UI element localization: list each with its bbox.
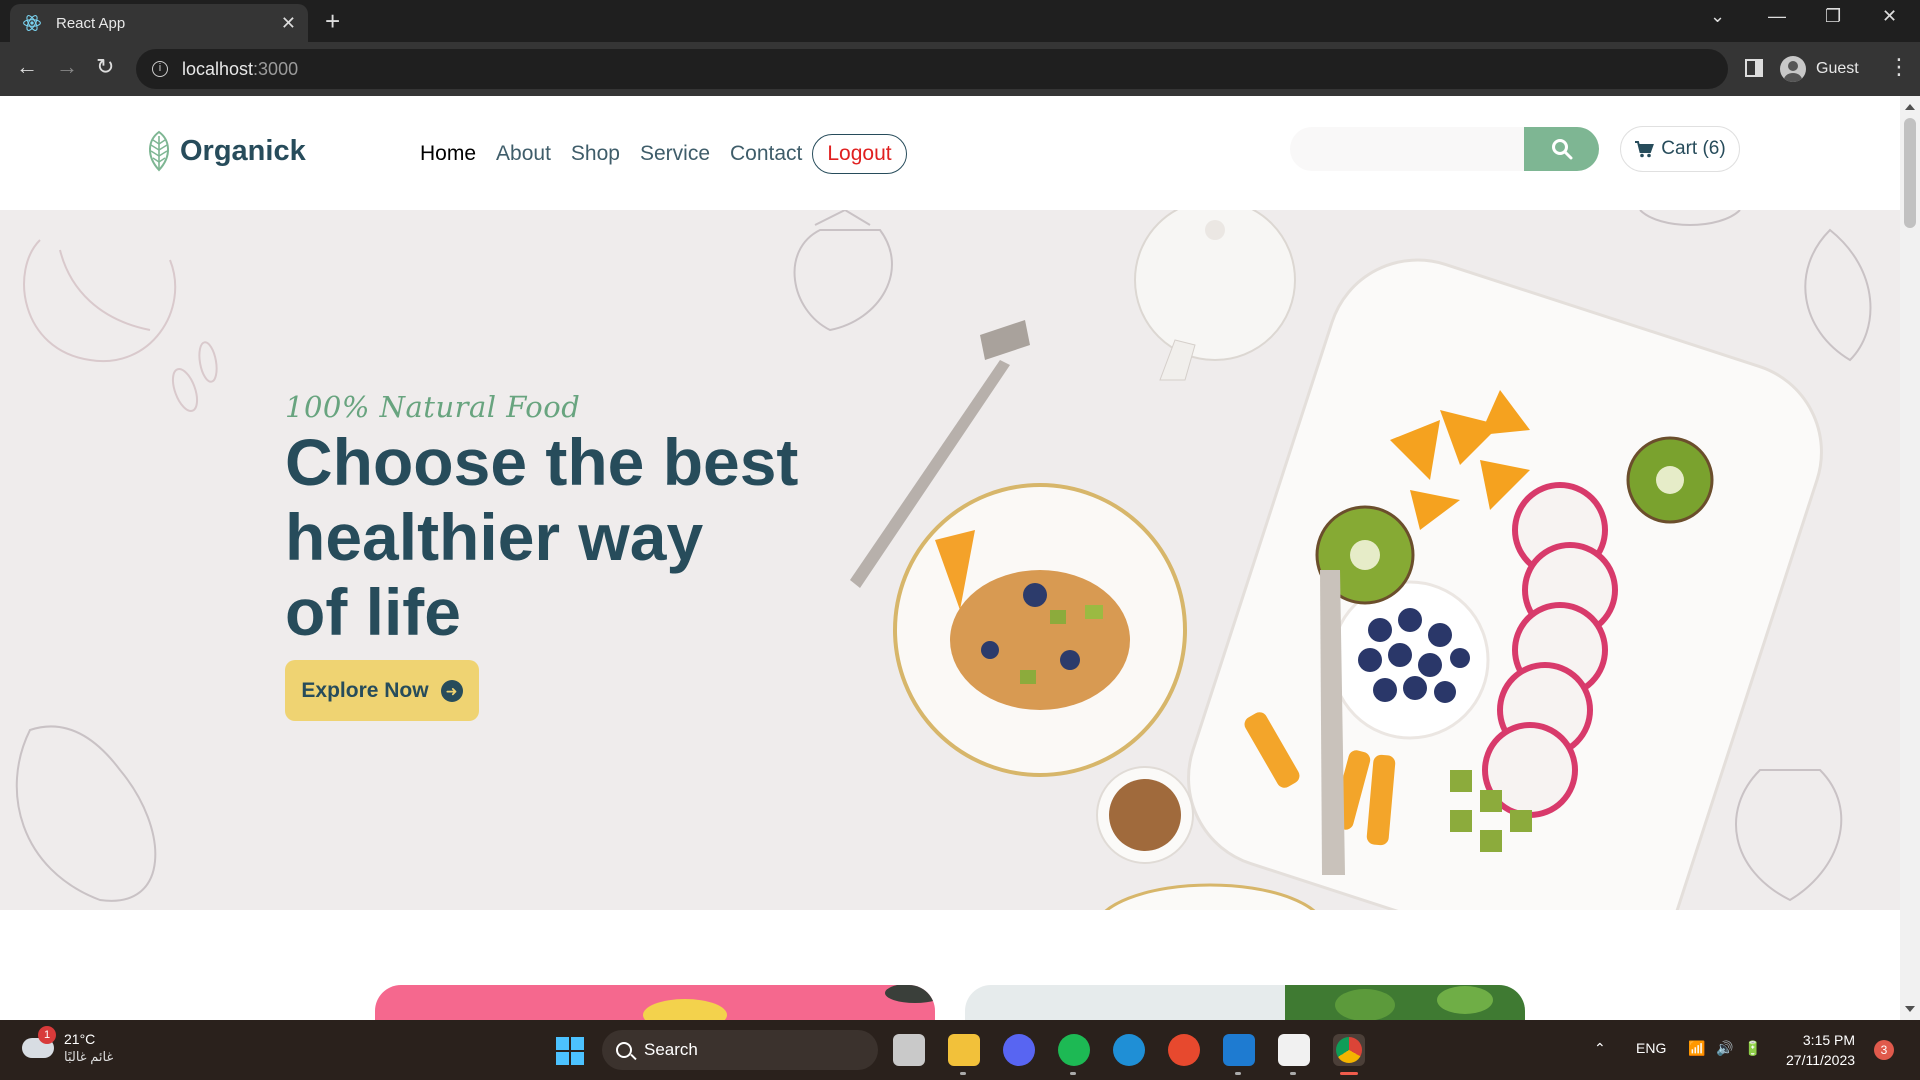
weather-temp: 21°C <box>64 1031 96 1047</box>
tab-search-icon[interactable]: ⌄ <box>1710 6 1725 27</box>
close-tab-icon[interactable]: ✕ <box>281 13 296 34</box>
scroll-thumb[interactable] <box>1904 118 1916 228</box>
promo-card-1-image <box>643 985 935 1020</box>
spotify-icon[interactable] <box>1058 1034 1090 1066</box>
discord-icon[interactable] <box>1003 1034 1035 1066</box>
arrow-right-circle-icon: ➜ <box>440 679 463 702</box>
page-scrollbar[interactable] <box>1900 96 1920 1020</box>
taskbar-indicator-active <box>1340 1072 1358 1075</box>
notification-badge[interactable]: 3 <box>1874 1040 1894 1060</box>
hero-section: 100% Natural Food Choose the best health… <box>0 210 1900 910</box>
profile-label: Guest <box>1816 60 1859 77</box>
headline-line-3: of life <box>285 575 461 649</box>
profile-button[interactable]: Guest <box>1780 52 1859 86</box>
search-button[interactable] <box>1524 127 1599 171</box>
chrome-profile-icon[interactable] <box>1168 1034 1200 1066</box>
main-nav: Home About Shop Service Contact Logout <box>420 134 907 174</box>
task-view-icon[interactable] <box>893 1034 925 1066</box>
promo-card-2 <box>965 985 1525 1020</box>
start-button[interactable] <box>556 1037 584 1065</box>
restore-button[interactable]: ❐ <box>1825 6 1841 27</box>
cloud-icon: 1 <box>22 1026 56 1058</box>
promo-card-1 <box>375 985 935 1020</box>
site-logo[interactable]: Organick <box>144 130 306 172</box>
clock-time: 3:15 PM <box>1802 1032 1856 1048</box>
search-input[interactable] <box>1290 127 1525 171</box>
weather-widget[interactable]: 1 21°C غائم غالبًا <box>22 1026 114 1066</box>
headline-line-1: Choose the best <box>285 425 799 499</box>
menu-kebab-icon[interactable]: ⋮ <box>1888 56 1910 78</box>
windows-taskbar: 1 21°C غائم غالبًا Search ⌃ ENG 📶 🔊 🔋 3:… <box>0 1020 1920 1080</box>
browser-toolbar: ← → ↻ i localhost:3000 Guest ⋮ <box>0 42 1920 96</box>
wifi-icon[interactable]: 📶 <box>1688 1040 1705 1057</box>
new-tab-button[interactable]: + <box>325 8 340 34</box>
close-window-button[interactable]: ✕ <box>1882 6 1897 27</box>
battery-icon[interactable]: 🔋 <box>1744 1040 1761 1057</box>
info-icon[interactable]: i <box>152 61 168 77</box>
nav-contact[interactable]: Contact <box>730 142 802 166</box>
nav-service[interactable]: Service <box>640 142 710 166</box>
volume-icon[interactable]: 🔊 <box>1716 1040 1733 1057</box>
search-icon <box>1551 139 1572 160</box>
taskbar-indicator <box>960 1072 966 1075</box>
hero-tagline: 100% Natural Food <box>285 390 581 424</box>
scroll-up-icon[interactable] <box>1905 104 1915 110</box>
file-explorer-icon[interactable] <box>948 1034 980 1066</box>
url-port: :3000 <box>253 58 299 79</box>
headline-line-2: healthier way <box>285 500 704 574</box>
chrome-icon <box>1336 1037 1362 1063</box>
site-header: Organick Home About Shop Service Contact… <box>0 96 1900 210</box>
page-viewport: Organick Home About Shop Service Contact… <box>0 96 1900 1020</box>
browser-tabstrip: React App ✕ + ⌄ — ❐ ✕ <box>0 0 1920 42</box>
forward-icon[interactable]: → <box>56 54 78 80</box>
leaf-logo-icon <box>149 130 169 172</box>
minimize-button[interactable]: — <box>1768 6 1786 27</box>
url-host: localhost <box>182 58 254 79</box>
taskbar-indicator <box>1070 1072 1076 1075</box>
show-hidden-icons[interactable]: ⌃ <box>1594 1040 1606 1057</box>
promo-card-2-image <box>1285 985 1525 1020</box>
taskbar-search-label: Search <box>644 1040 698 1059</box>
back-icon[interactable]: ← <box>16 54 38 80</box>
language-indicator[interactable]: ENG <box>1636 1040 1666 1056</box>
react-icon <box>23 15 41 31</box>
hero-headline: Choose the best healthier way of life <box>285 425 805 650</box>
edge-icon[interactable] <box>1113 1034 1145 1066</box>
cart-label: Cart (6) <box>1661 138 1726 159</box>
weather-desc: غائم غالبًا <box>64 1049 114 1064</box>
cart-button[interactable]: Cart (6) <box>1620 126 1740 172</box>
taskbar-search[interactable]: Search <box>602 1030 878 1070</box>
notion-icon[interactable] <box>1278 1034 1310 1066</box>
taskbar-indicator <box>1235 1072 1241 1075</box>
chrome-active-tile[interactable] <box>1333 1034 1365 1066</box>
reload-icon[interactable]: ↻ <box>96 54 114 80</box>
cart-icon <box>1635 141 1655 158</box>
nav-home[interactable]: Home <box>420 142 476 166</box>
logo-text: Organick <box>180 134 306 167</box>
clock[interactable]: 3:15 PM 27/11/2023 <box>1786 1030 1855 1070</box>
weather-badge: 1 <box>38 1026 56 1044</box>
vscode-icon[interactable] <box>1223 1034 1255 1066</box>
avatar <box>1780 56 1806 82</box>
explore-now-label: Explore Now <box>301 678 429 702</box>
nav-shop[interactable]: Shop <box>571 142 620 166</box>
logout-button[interactable]: Logout <box>812 134 907 174</box>
taskbar-indicator <box>1290 1072 1296 1075</box>
address-bar[interactable]: i localhost:3000 <box>136 49 1728 89</box>
clock-date: 27/11/2023 <box>1786 1052 1856 1068</box>
search-icon <box>616 1042 632 1058</box>
scroll-down-icon[interactable] <box>1905 1006 1915 1012</box>
nav-about[interactable]: About <box>496 142 551 166</box>
side-panel-icon[interactable] <box>1745 59 1763 77</box>
tab-title: React App <box>56 14 126 32</box>
browser-tab[interactable]: React App ✕ <box>10 4 308 42</box>
explore-now-button[interactable]: Explore Now ➜ <box>285 660 479 721</box>
